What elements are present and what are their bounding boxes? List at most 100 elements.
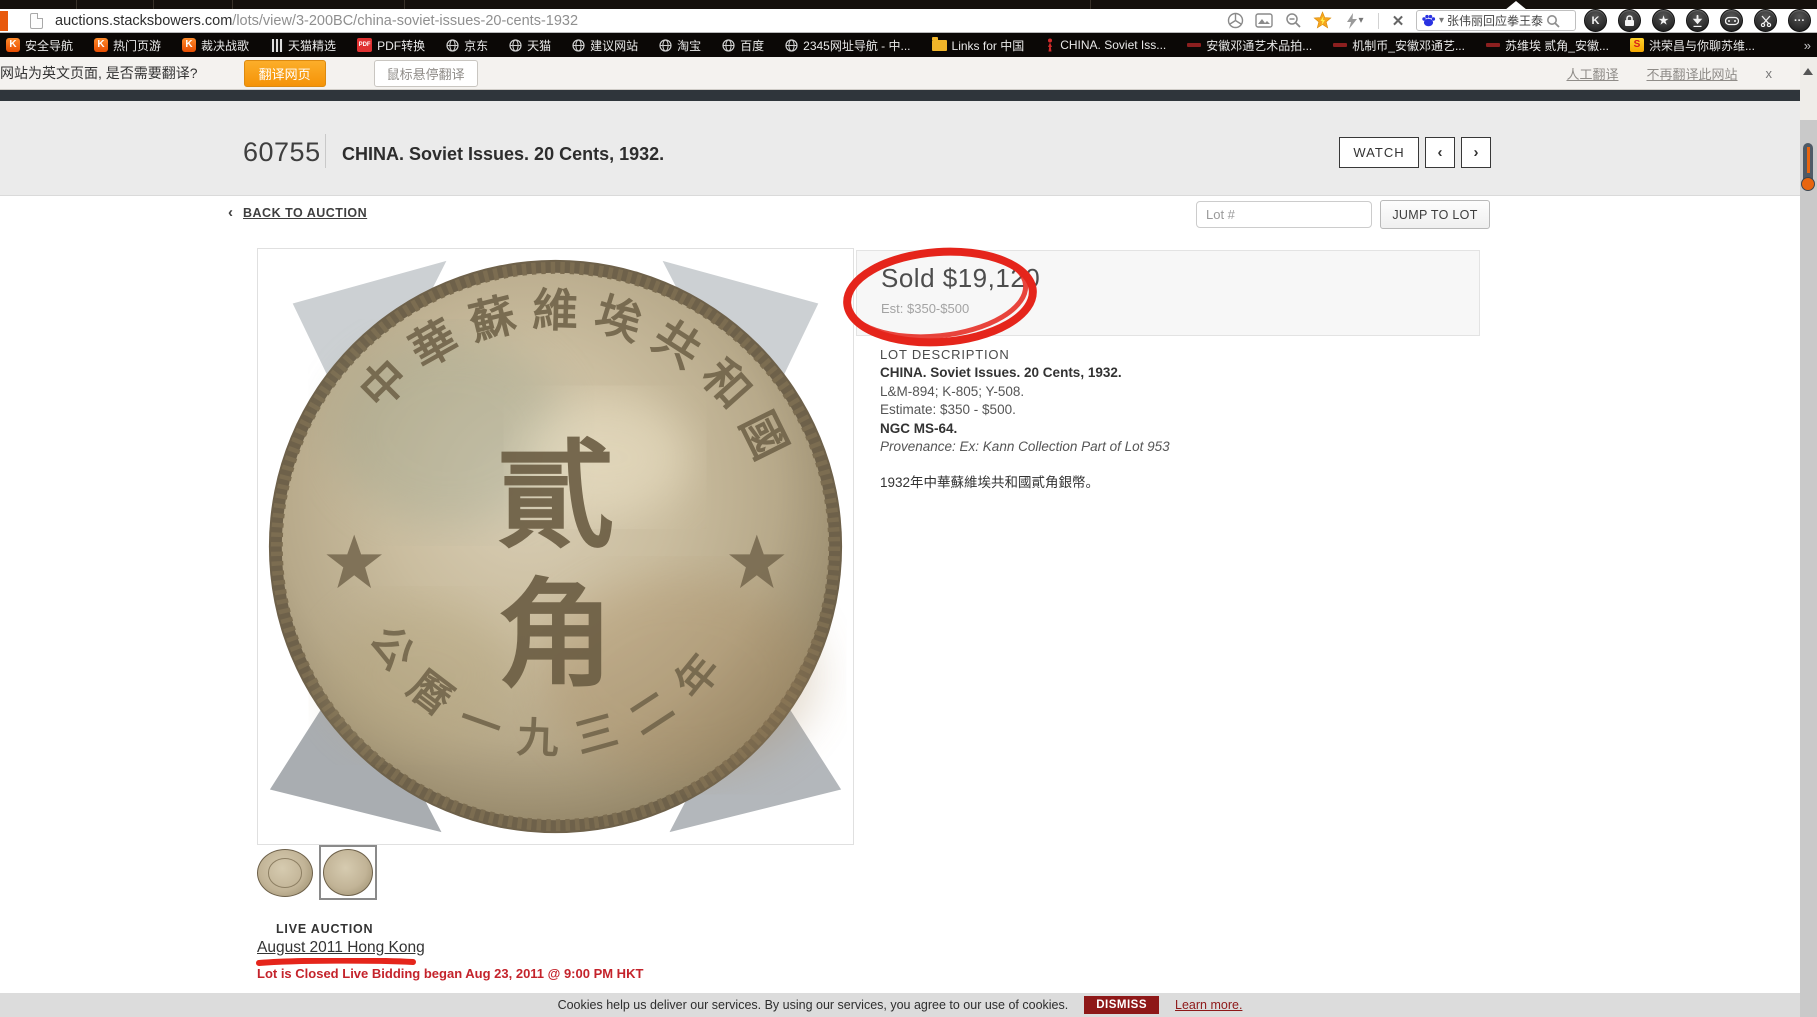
url-text[interactable]: auctions.stacksbowers.com/lots/view/3-20… <box>55 13 578 29</box>
fan-icon[interactable] <box>1225 11 1245 31</box>
stripes-icon <box>270 39 283 52</box>
bookmarks-bar: K安全导航 K热门页游 K裁决战歌 天猫精选 PDFPDF转换 京东 天猫 建议… <box>0 33 1817 57</box>
star-lightning-icon[interactable] <box>1312 11 1332 31</box>
browser-edge-button[interactable] <box>0 11 8 31</box>
bookmarks-overflow-chevron[interactable]: » <box>1804 38 1811 53</box>
hover-translate-button[interactable]: 鼠标悬停翻译 <box>374 60 478 87</box>
scrollbar[interactable] <box>1800 57 1817 1017</box>
bookmark-item[interactable]: 安徽邓通艺术品拍... <box>1187 37 1312 54</box>
lot-number-input[interactable] <box>1196 201 1372 228</box>
bookmark-item[interactable]: 建议网站 <box>572 37 638 54</box>
bookmark-item[interactable]: 2345网址导航 - 中... <box>785 37 910 54</box>
scissors-icon[interactable] <box>1754 9 1777 32</box>
bookmark-item[interactable]: K裁决战歌 <box>182 37 249 54</box>
lock-icon[interactable] <box>1618 9 1641 32</box>
site-nav-strip <box>0 90 1800 101</box>
bookmark-item[interactable]: Links for 中国 <box>932 37 1025 54</box>
dash-icon <box>1486 43 1500 47</box>
live-auction-heading: LIVE AUCTION <box>276 922 373 936</box>
next-lot-button[interactable]: › <box>1461 137 1491 168</box>
coin-thumbnail-obverse[interactable] <box>257 849 313 897</box>
bookmark-item[interactable]: S 洪荣昌与你聊苏维... <box>1630 37 1755 54</box>
bookmark-item[interactable]: 百度 <box>722 37 764 54</box>
jump-to-lot-button[interactable]: JUMP TO LOT <box>1380 200 1490 229</box>
previous-lot-button[interactable]: ‹ <box>1425 137 1455 168</box>
k-badge-icon: K <box>6 38 20 52</box>
folder-icon <box>932 40 947 51</box>
scrollbar-thumb[interactable] <box>1803 143 1813 185</box>
lot-description-heading: LOT DESCRIPTION <box>880 347 1010 362</box>
baidu-paw-icon <box>1421 14 1436 27</box>
back-to-auction-link[interactable]: BACK TO AUCTION <box>243 206 367 220</box>
search-icon[interactable] <box>1546 14 1560 28</box>
description-chinese-line: 1932年中華蘇維埃共和國貳角銀幣。 <box>880 474 1170 493</box>
scrollbar-track[interactable] <box>1800 120 1817 1017</box>
bookmark-item[interactable]: 京东 <box>446 37 488 54</box>
url-host: auctions.stacksbowers.com <box>55 13 232 29</box>
scroll-up-icon[interactable] <box>1803 68 1813 75</box>
scroll-thermometer-line <box>1807 147 1810 173</box>
red-figure-icon <box>1045 38 1055 52</box>
globe-icon <box>446 39 459 52</box>
red-underline-annotation <box>256 958 416 966</box>
chevron-down-icon[interactable]: ▾ <box>1358 15 1363 26</box>
auction-name-link[interactable]: August 2011 Hong Kong <box>257 939 425 957</box>
coin-thumbnail-reverse-selected[interactable] <box>319 845 377 900</box>
page-title: CHINA. Soviet Issues. 20 Cents, 1932. <box>342 144 664 165</box>
learn-more-link[interactable]: Learn more. <box>1175 998 1242 1012</box>
bookmark-item[interactable]: 苏维埃 贰角_安徽... <box>1486 37 1609 54</box>
tab-separator <box>232 0 233 9</box>
browser-tab-bar <box>0 0 1817 9</box>
bookmark-label: Links for 中国 <box>952 37 1025 54</box>
coin-denomination-top: 貳 <box>497 431 614 562</box>
favorites-star-icon[interactable]: ★ <box>1652 9 1675 32</box>
bookmark-item[interactable]: PDFPDF转换 <box>357 37 425 54</box>
dash-icon <box>1333 43 1347 47</box>
bookmark-item[interactable]: K安全导航 <box>6 37 73 54</box>
coin-thumb-image <box>257 849 313 897</box>
url-path: /lots/view/3-200BC/china-soviet-issues-2… <box>232 13 578 29</box>
bookmark-item[interactable]: 机制币_安徽邓通艺... <box>1333 37 1465 54</box>
dismiss-button[interactable]: DISMISS <box>1084 996 1159 1014</box>
estimate-line: Est: $350-$500 <box>881 301 969 316</box>
search-engine-dropdown-icon[interactable]: ▾ <box>1439 15 1444 26</box>
tab-separator <box>404 0 405 9</box>
dash-icon <box>1187 43 1201 47</box>
sale-result-panel: Sold $19,120 Est: $350-$500 <box>856 250 1480 336</box>
scroll-thermometer-bulb <box>1801 177 1815 191</box>
bookmark-item[interactable]: 天猫 <box>509 37 551 54</box>
globe-icon <box>509 39 522 52</box>
lightning-menu-icon[interactable]: ▾ <box>1341 11 1369 31</box>
zoom-out-icon[interactable] <box>1283 11 1303 31</box>
close-translate-icon[interactable]: x <box>1766 66 1773 81</box>
globe-icon <box>572 39 585 52</box>
stop-close-icon[interactable]: ✕ <box>1388 11 1408 31</box>
tab-separator <box>153 0 154 9</box>
bookmark-item[interactable]: K热门页游 <box>94 37 161 54</box>
k-browser-button[interactable]: K <box>1584 9 1607 32</box>
browser-search-box[interactable]: ▾ <box>1416 10 1576 31</box>
manual-translate-link[interactable]: 人工翻译 <box>1566 64 1618 83</box>
lot-closed-text: Lot is Closed <box>257 966 339 981</box>
more-menu-icon[interactable]: ··· <box>1788 9 1811 32</box>
translate-page-button[interactable]: 翻译网页 <box>244 60 326 87</box>
description-title-line: CHINA. Soviet Issues. 20 Cents, 1932. <box>880 364 1170 383</box>
translate-message: 网站为英文页面, 是否需要翻译? <box>0 63 198 83</box>
watch-button[interactable]: WATCH <box>1339 137 1419 168</box>
description-provenance-line: Provenance: Ex: Kann Collection Part of … <box>880 438 1170 457</box>
bookmark-item[interactable]: 天猫精选 <box>270 37 336 54</box>
gamepad-icon[interactable] <box>1720 9 1743 32</box>
globe-icon <box>722 39 735 52</box>
image-icon[interactable] <box>1254 11 1274 31</box>
never-translate-link[interactable]: 不再翻译此网站 <box>1646 64 1737 83</box>
bookmark-label: 洪荣昌与你聊苏维... <box>1649 37 1755 54</box>
bookmark-item[interactable]: 淘宝 <box>659 37 701 54</box>
bookmark-label: 热门页游 <box>113 37 161 54</box>
bookmark-label: 机制币_安徽邓通艺... <box>1352 37 1465 54</box>
bookmark-label: PDF转换 <box>377 37 425 54</box>
sogou-icon: S <box>1630 38 1644 52</box>
bookmark-item[interactable]: CHINA. Soviet Iss... <box>1045 38 1166 52</box>
bookmark-label: 安徽邓通艺术品拍... <box>1206 37 1312 54</box>
download-icon[interactable] <box>1686 9 1709 32</box>
search-input[interactable] <box>1447 14 1543 28</box>
